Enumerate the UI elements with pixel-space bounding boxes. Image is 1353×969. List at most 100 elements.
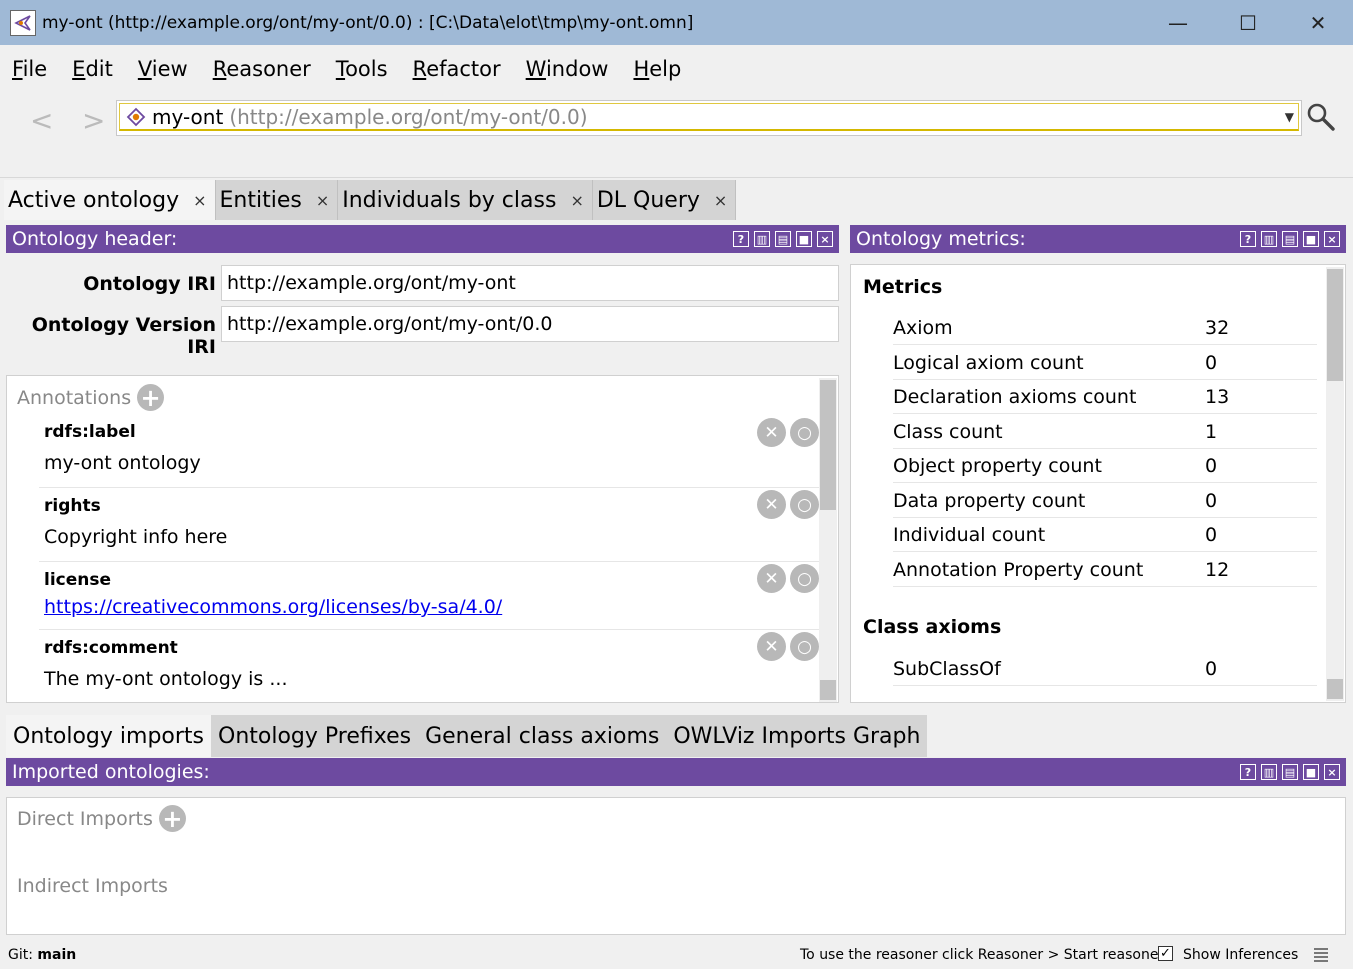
imported-ontologies-view-title: Imported ontologies: ? ▥ ▤ ■ × — [6, 758, 1346, 786]
reasoner-status-message: To use the reasoner click Reasoner > Sta… — [800, 947, 1165, 963]
tab-ontology-imports[interactable]: Ontology imports — [6, 715, 211, 757]
menu-file[interactable]: File — [12, 57, 47, 81]
metric-row: Logical axiom count 0 — [893, 346, 1317, 380]
metric-row: Declaration axioms count 13 — [893, 380, 1317, 414]
maximize-button[interactable]: ☐ — [1213, 0, 1283, 45]
tab-general-class-axioms[interactable]: General class axioms — [418, 715, 667, 757]
scrollbar-thumb[interactable] — [1327, 269, 1343, 381]
ontology-iri: (http://example.org/ont/my-ont/0.0) — [229, 104, 588, 129]
tab-active-ontology[interactable]: Active ontology × — [4, 180, 216, 220]
annotation-options-icon[interactable]: ○ — [790, 564, 819, 593]
close-tab-icon[interactable]: × — [193, 191, 206, 210]
bottom-tab-bar: Ontology imports Ontology Prefixes Gener… — [6, 715, 928, 757]
window-title: my-ont (http://example.org/ont/my-ont/0.… — [42, 12, 694, 33]
view-help-icon[interactable]: ? — [1240, 764, 1256, 780]
annotation-property: rights — [44, 496, 101, 516]
close-tab-icon[interactable]: × — [316, 191, 329, 210]
metric-row: Data property count 0 — [893, 484, 1317, 518]
annotations-scrollbar[interactable] — [819, 378, 837, 702]
add-annotation-icon[interactable]: + — [137, 384, 165, 411]
metric-row: Class count 1 — [893, 415, 1317, 449]
delete-annotation-icon[interactable]: ✕ — [757, 418, 786, 447]
log-list-icon[interactable] — [1313, 947, 1329, 963]
split-vertical-icon[interactable]: ▥ — [754, 231, 770, 247]
ontology-name: my-ont — [152, 104, 224, 129]
close-view-icon[interactable]: × — [1324, 231, 1340, 247]
close-view-icon[interactable]: × — [1324, 764, 1340, 780]
search-icon[interactable] — [1306, 102, 1336, 132]
delete-annotation-icon[interactable]: ✕ — [757, 490, 786, 519]
split-vertical-icon[interactable]: ▥ — [1261, 764, 1277, 780]
license-link[interactable]: https://creativecommons.org/licenses/by-… — [44, 596, 502, 618]
metrics-scrollbar[interactable] — [1326, 267, 1344, 701]
tab-individuals-by-class[interactable]: Individuals by class × — [338, 180, 593, 220]
menu-window[interactable]: Window — [526, 57, 609, 81]
metrics-panel: Metrics Axiom 32 Logical axiom count 0 Dec… — [850, 264, 1346, 703]
ontology-version-iri-label: Ontology Version IRI — [31, 314, 216, 358]
show-inferences-checkbox[interactable]: ✓ — [1158, 946, 1173, 961]
ontology-metrics-view-title: Ontology metrics: ? ▥ ▤ ■ × — [850, 225, 1346, 253]
split-vertical-icon[interactable]: ▥ — [1261, 231, 1277, 247]
menu-reasoner[interactable]: Reasoner — [213, 57, 311, 81]
menu-edit[interactable]: Edit — [72, 57, 113, 81]
annotation-item: license https://creativecommons.org/lice… — [39, 564, 819, 630]
metric-row: SubClassOf 0 — [893, 652, 1317, 686]
split-horizontal-icon[interactable]: ▤ — [1282, 764, 1298, 780]
menu-tools[interactable]: Tools — [336, 57, 388, 81]
tab-entities[interactable]: Entities × — [215, 180, 339, 220]
tab-ontology-prefixes[interactable]: Ontology Prefixes — [211, 715, 419, 757]
annotations-header: Annotations + — [17, 384, 165, 411]
scrollbar-down[interactable] — [820, 680, 836, 700]
menu-help[interactable]: Help — [633, 57, 681, 81]
annotation-item: rdfs:comment The my-ont ontology is ... … — [39, 632, 819, 702]
menu-view[interactable]: View — [138, 57, 188, 81]
metric-row: Individual count 0 — [893, 518, 1317, 552]
annotation-property: rdfs:label — [44, 422, 136, 442]
status-bar: Git: main To use the reasoner click Reas… — [0, 940, 1353, 969]
scrollbar-thumb[interactable] — [820, 380, 836, 510]
annotation-property: license — [44, 570, 112, 590]
ontology-icon — [126, 107, 146, 126]
close-window-button[interactable]: ✕ — [1283, 0, 1353, 45]
dropdown-caret-icon[interactable]: ▼ — [1285, 110, 1294, 124]
float-view-icon[interactable]: ■ — [1303, 764, 1319, 780]
direct-imports-header: Direct Imports + — [17, 805, 186, 832]
menu-refactor[interactable]: Refactor — [413, 57, 501, 81]
tab-owlviz-imports-graph[interactable]: OWLViz Imports Graph — [666, 715, 928, 757]
active-ontology-selector[interactable]: my-ont (http://example.org/ont/my-ont/0.… — [116, 100, 1302, 136]
ontology-iri-label: Ontology IRI — [83, 273, 216, 295]
float-view-icon[interactable]: ■ — [796, 231, 812, 247]
main-tab-bar: Active ontology × Entities × Individuals… — [4, 180, 737, 220]
close-tab-icon[interactable]: × — [570, 191, 583, 210]
metric-row: Object property count 0 — [893, 449, 1317, 483]
view-help-icon[interactable]: ? — [1240, 231, 1256, 247]
add-import-icon[interactable]: + — [158, 805, 186, 832]
float-view-icon[interactable]: ■ — [1303, 231, 1319, 247]
minimize-button[interactable]: — — [1143, 0, 1213, 45]
metric-row: Axiom 32 — [893, 311, 1317, 345]
annotation-options-icon[interactable]: ○ — [790, 632, 819, 661]
ontology-version-iri-field[interactable]: http://example.org/ont/my-ont/0.0 — [221, 306, 839, 342]
close-view-icon[interactable]: × — [817, 231, 833, 247]
metric-row: Annotation Property count 12 — [893, 553, 1317, 587]
back-arrow-icon[interactable]: < — [30, 104, 53, 137]
forward-arrow-icon[interactable]: > — [82, 104, 105, 137]
scrollbar-down[interactable] — [1327, 679, 1343, 699]
git-status: Git: main — [8, 947, 77, 963]
tab-dl-query[interactable]: DL Query × — [592, 180, 737, 220]
close-tab-icon[interactable]: × — [714, 191, 727, 210]
metrics-section-title: Metrics — [863, 276, 943, 298]
indirect-imports-header: Indirect Imports — [17, 875, 168, 897]
view-help-icon[interactable]: ? — [733, 231, 749, 247]
annotation-value: my-ont ontology — [44, 452, 201, 474]
split-horizontal-icon[interactable]: ▤ — [775, 231, 791, 247]
annotation-property: rdfs:comment — [44, 638, 178, 658]
split-horizontal-icon[interactable]: ▤ — [1282, 231, 1298, 247]
delete-annotation-icon[interactable]: ✕ — [757, 632, 786, 661]
annotation-options-icon[interactable]: ○ — [790, 418, 819, 447]
annotation-item: rdfs:label my-ont ontology ✕ ○ — [39, 418, 819, 488]
annotation-options-icon[interactable]: ○ — [790, 490, 819, 519]
ontology-iri-field[interactable]: http://example.org/ont/my-ont — [221, 265, 839, 301]
annotations-panel: Annotations + rdfs:label my-ont ontology… — [6, 375, 839, 703]
delete-annotation-icon[interactable]: ✕ — [757, 564, 786, 593]
